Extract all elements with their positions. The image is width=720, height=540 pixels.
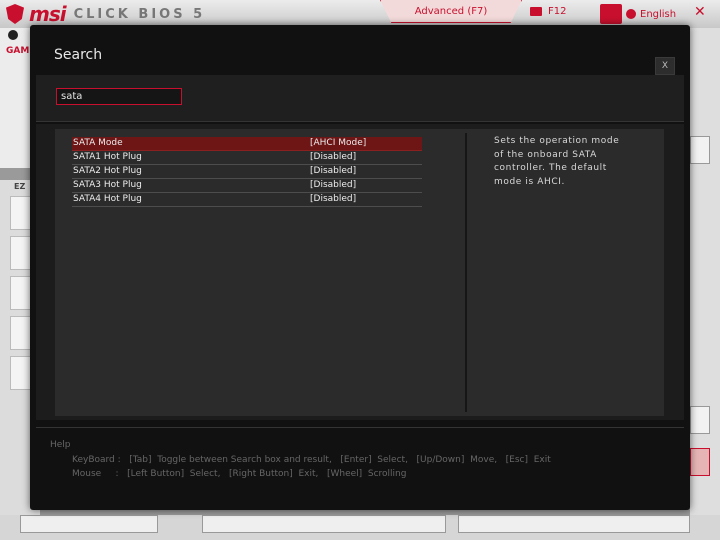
- help-keyboard-line: KeyBoard : [Tab] Toggle between Search b…: [72, 455, 551, 465]
- results-area: SATA Mode [AHCI Mode] SATA1 Hot Plug [Di…: [36, 124, 684, 420]
- exit-bios-button[interactable]: ✕: [694, 4, 706, 20]
- result-name: SATA Mode: [73, 138, 123, 148]
- search-input[interactable]: [56, 88, 182, 105]
- result-name: SATA3 Hot Plug: [73, 180, 142, 190]
- right-toggle-2[interactable]: [690, 406, 710, 434]
- help-title: Help: [50, 440, 71, 450]
- result-value: [Disabled]: [310, 180, 357, 190]
- screenshot-key-label: F12: [548, 6, 567, 17]
- item-description: Sets the operation mode of the onboard S…: [494, 136, 620, 187]
- camera-icon: [530, 7, 542, 16]
- brand-name: msi: [29, 2, 67, 26]
- bottom-box-1: [20, 515, 158, 533]
- result-row-sata4-hot-plug[interactable]: SATA4 Hot Plug [Disabled]: [72, 193, 422, 207]
- close-button[interactable]: X: [655, 57, 675, 75]
- result-value: [Disabled]: [310, 152, 357, 162]
- language-label: English: [640, 8, 677, 20]
- panel-separator: [465, 133, 467, 412]
- game-boost-label: GAM: [6, 46, 30, 56]
- clock-icon: [8, 30, 18, 40]
- divider: [36, 121, 684, 122]
- result-row-sata2-hot-plug[interactable]: SATA2 Hot Plug [Disabled]: [72, 165, 422, 179]
- search-box-area: [36, 75, 684, 121]
- result-name: SATA1 Hot Plug: [73, 152, 142, 162]
- bottom-background-panel: [0, 515, 720, 540]
- globe-icon: [626, 9, 636, 19]
- product-name: CLICK BIOS 5: [73, 6, 206, 22]
- help-mouse-line: Mouse : [Left Button] Select, [Right But…: [72, 469, 407, 479]
- bottom-box-3: [458, 515, 690, 533]
- msi-dragon-shield-icon: [6, 4, 24, 24]
- language-selector[interactable]: English: [600, 4, 676, 24]
- advanced-mode-tab[interactable]: Advanced (F7): [380, 0, 522, 23]
- dialog-title: Search: [54, 47, 103, 63]
- right-toggle-1[interactable]: [690, 136, 710, 164]
- bottom-box-2: [202, 515, 446, 533]
- result-row-sata-mode[interactable]: SATA Mode [AHCI Mode]: [72, 137, 422, 151]
- result-row-sata3-hot-plug[interactable]: SATA3 Hot Plug [Disabled]: [72, 179, 422, 193]
- msi-logo: msi CLICK BIOS 5: [6, 2, 206, 26]
- result-name: SATA2 Hot Plug: [73, 166, 142, 176]
- result-value: [Disabled]: [310, 166, 357, 176]
- divider: [36, 427, 684, 428]
- screenshot-button[interactable]: F12: [530, 6, 566, 17]
- result-value: [AHCI Mode]: [310, 138, 367, 148]
- results-list: SATA Mode [AHCI Mode] SATA1 Hot Plug [Di…: [72, 137, 422, 207]
- result-name: SATA4 Hot Plug: [73, 194, 142, 204]
- right-background-panel: [690, 28, 720, 518]
- results-panel: SATA Mode [AHCI Mode] SATA1 Hot Plug [Di…: [55, 129, 664, 416]
- search-dialog: Search X SATA Mode [AHCI Mode] SATA1 Hot…: [30, 25, 690, 510]
- result-value: [Disabled]: [310, 194, 357, 204]
- help-area: Help KeyBoard : [Tab] Toggle between Sea…: [30, 429, 690, 510]
- search-mode-icon[interactable]: [600, 4, 622, 24]
- ez-label: EZ: [14, 182, 26, 191]
- result-row-sata1-hot-plug[interactable]: SATA1 Hot Plug [Disabled]: [72, 151, 422, 165]
- right-toggle-3[interactable]: [690, 448, 710, 476]
